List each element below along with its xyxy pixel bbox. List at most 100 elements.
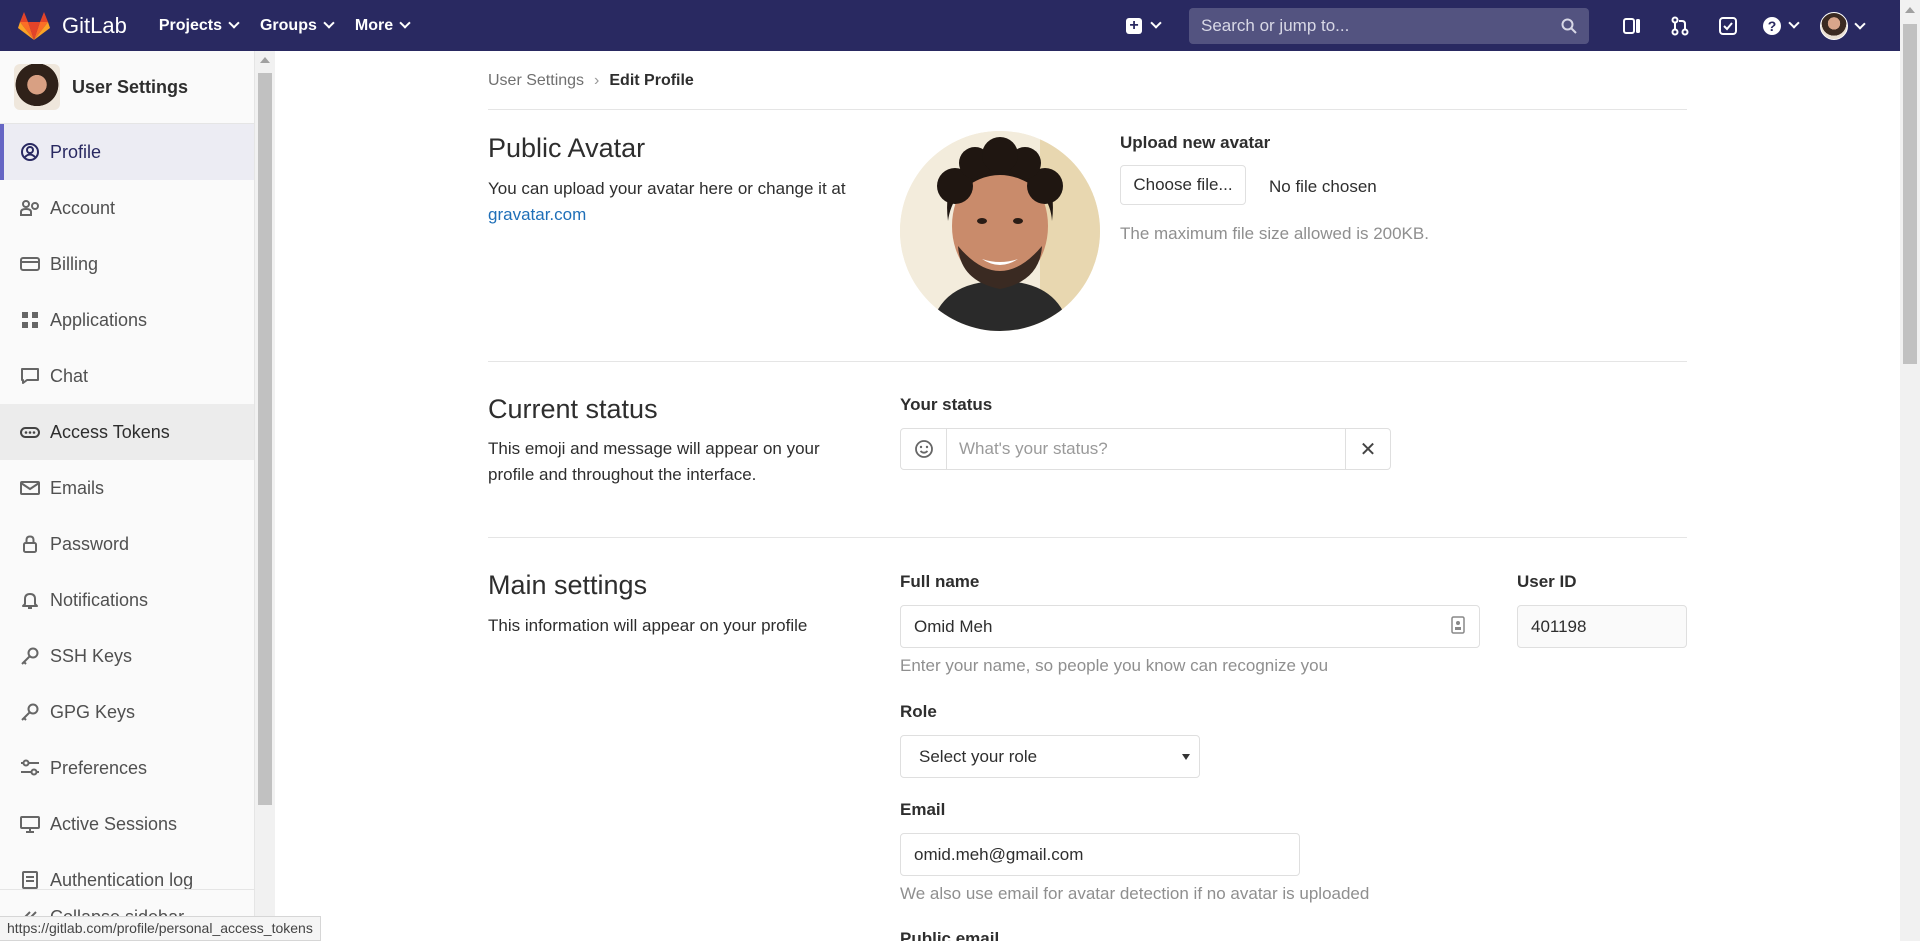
sidebar-item-label: Notifications <box>50 589 149 610</box>
preferences-icon <box>20 758 40 778</box>
sidebar-header[interactable]: User Settings <box>0 51 254 124</box>
brand-name: GitLab <box>62 12 127 38</box>
sidebar-item-label: SSH Keys <box>50 645 133 666</box>
log-icon <box>20 870 40 890</box>
sidebar-item-billing[interactable]: Billing <box>0 236 254 292</box>
nav-projects-label: Projects <box>158 16 222 34</box>
svg-text:?: ? <box>1768 18 1777 34</box>
divider <box>488 537 1687 538</box>
divider <box>488 109 1687 110</box>
sidebar-scrollbar[interactable] <box>255 51 275 941</box>
sidebar-item-label: Profile <box>50 141 102 162</box>
email-help: We also use email for avatar detection i… <box>900 884 1370 903</box>
status-input-group: ✕ <box>900 428 1391 470</box>
nav-projects[interactable]: Projects <box>158 16 240 35</box>
sidebar-item-active-sessions[interactable]: Active Sessions <box>0 796 254 852</box>
top-navbar: GitLab Projects Groups More + ? <box>0 0 1920 51</box>
sidebar-item-label: Authentication log <box>50 869 194 890</box>
merge-request-icon[interactable] <box>1656 16 1704 36</box>
smiley-icon <box>914 440 933 458</box>
email-label: Email <box>900 800 946 819</box>
new-item-dropdown[interactable]: + <box>1126 17 1170 34</box>
main-content: User Settings › Edit Profile Public Avat… <box>275 51 1900 941</box>
sidebar-item-account[interactable]: Account <box>0 180 254 236</box>
public-email-label: Public email <box>900 929 1000 941</box>
page-scrollbar[interactable] <box>1900 0 1920 941</box>
divider <box>488 361 1687 362</box>
todo-check-icon[interactable] <box>1704 16 1752 36</box>
search-input[interactable] <box>1201 16 1541 36</box>
breadcrumb-user-settings[interactable]: User Settings <box>488 72 584 90</box>
gitlab-home-link[interactable]: GitLab <box>18 0 127 51</box>
sidebar-toggle-icon[interactable] <box>1608 16 1656 36</box>
status-message-input[interactable] <box>947 429 1345 469</box>
sidebar-item-label: Emails <box>50 477 105 498</box>
sidebar-item-notifications[interactable]: Notifications <box>0 572 254 628</box>
email-field[interactable] <box>900 833 1300 876</box>
plus-square-icon: + <box>1126 17 1142 34</box>
sidebar-item-label: Billing <box>50 253 99 274</box>
sidebar-item-ssh-keys[interactable]: SSH Keys <box>0 628 254 684</box>
emoji-picker-button[interactable] <box>901 429 947 469</box>
section-title-avatar: Public Avatar <box>488 133 646 163</box>
sidebar-item-gpg-keys[interactable]: GPG Keys <box>0 684 254 740</box>
nav-more-label: More <box>354 16 394 34</box>
sidebar-item-label: Access Tokens <box>50 421 170 442</box>
sidebar-item-access-tokens[interactable]: Access Tokens <box>0 404 254 460</box>
chevron-down-icon <box>1150 17 1162 29</box>
user-id-label: User ID <box>1517 572 1577 591</box>
breadcrumb-current[interactable]: Edit Profile <box>609 72 693 90</box>
user-id-field <box>1517 605 1687 648</box>
sidebar-item-profile[interactable]: Profile <box>0 124 254 180</box>
sidebar-item-emails[interactable]: Emails <box>0 460 254 516</box>
sidebar-item-label: Active Sessions <box>50 813 178 834</box>
avatar-size-help: The maximum file size allowed is 200KB. <box>1120 224 1429 243</box>
gravatar-link[interactable]: gravatar.com <box>488 205 586 224</box>
role-label: Role <box>900 702 937 721</box>
link-preview-statusbar: https://gitlab.com/profile/personal_acce… <box>0 916 321 941</box>
monitor-icon <box>20 814 40 834</box>
user-menu[interactable] <box>1820 12 1866 40</box>
sidebar-title: User Settings <box>72 76 189 97</box>
scrollbar-thumb[interactable] <box>1903 24 1917 364</box>
sidebar-item-chat[interactable]: Chat <box>0 348 254 404</box>
search-icon <box>1561 18 1577 34</box>
full-name-help: Enter your name, so people you know can … <box>900 656 1329 675</box>
sidebar-item-applications[interactable]: Applications <box>0 292 254 348</box>
contact-card-icon[interactable] <box>1451 616 1465 634</box>
sidebar-item-label: Account <box>50 197 116 218</box>
sidebar-item-label: Password <box>50 533 130 554</box>
sidebar-item-label: Applications <box>50 309 148 330</box>
role-select[interactable]: Select your role <box>900 735 1200 778</box>
help-dropdown[interactable]: ? <box>1752 16 1808 36</box>
profile-icon <box>20 142 40 162</box>
section-desc-status: This emoji and message will appear on yo… <box>488 439 820 484</box>
sidebar-item-password[interactable]: Password <box>0 516 254 572</box>
clear-status-button[interactable]: ✕ <box>1345 429 1390 469</box>
sidebar-item-label: Preferences <box>50 757 148 778</box>
close-icon: ✕ <box>1359 438 1377 461</box>
token-icon <box>20 422 40 442</box>
key-icon <box>20 646 40 666</box>
upload-avatar-label: Upload new avatar <box>1120 133 1271 152</box>
sidebar-item-label: GPG Keys <box>50 701 136 722</box>
avatar <box>900 131 1100 331</box>
chevron-down-icon <box>1854 17 1866 30</box>
scroll-up-arrow-icon[interactable] <box>260 57 270 63</box>
sidebar-item-preferences[interactable]: Preferences <box>0 740 254 796</box>
chat-icon <box>20 366 40 386</box>
nav-more[interactable]: More <box>354 16 411 35</box>
scroll-up-arrow-icon[interactable] <box>1905 7 1915 13</box>
bell-icon <box>20 590 40 610</box>
role-select-value: Select your role <box>919 746 1038 766</box>
applications-icon <box>20 310 40 330</box>
account-icon <box>20 198 40 218</box>
nav-groups-label: Groups <box>259 16 317 34</box>
billing-icon <box>20 254 40 274</box>
choose-file-button[interactable]: Choose file... <box>1120 165 1246 205</box>
nav-groups[interactable]: Groups <box>259 16 335 35</box>
key-icon <box>20 702 40 722</box>
search-box <box>1189 8 1589 44</box>
scrollbar-thumb[interactable] <box>258 73 272 805</box>
full-name-input[interactable] <box>900 605 1480 648</box>
